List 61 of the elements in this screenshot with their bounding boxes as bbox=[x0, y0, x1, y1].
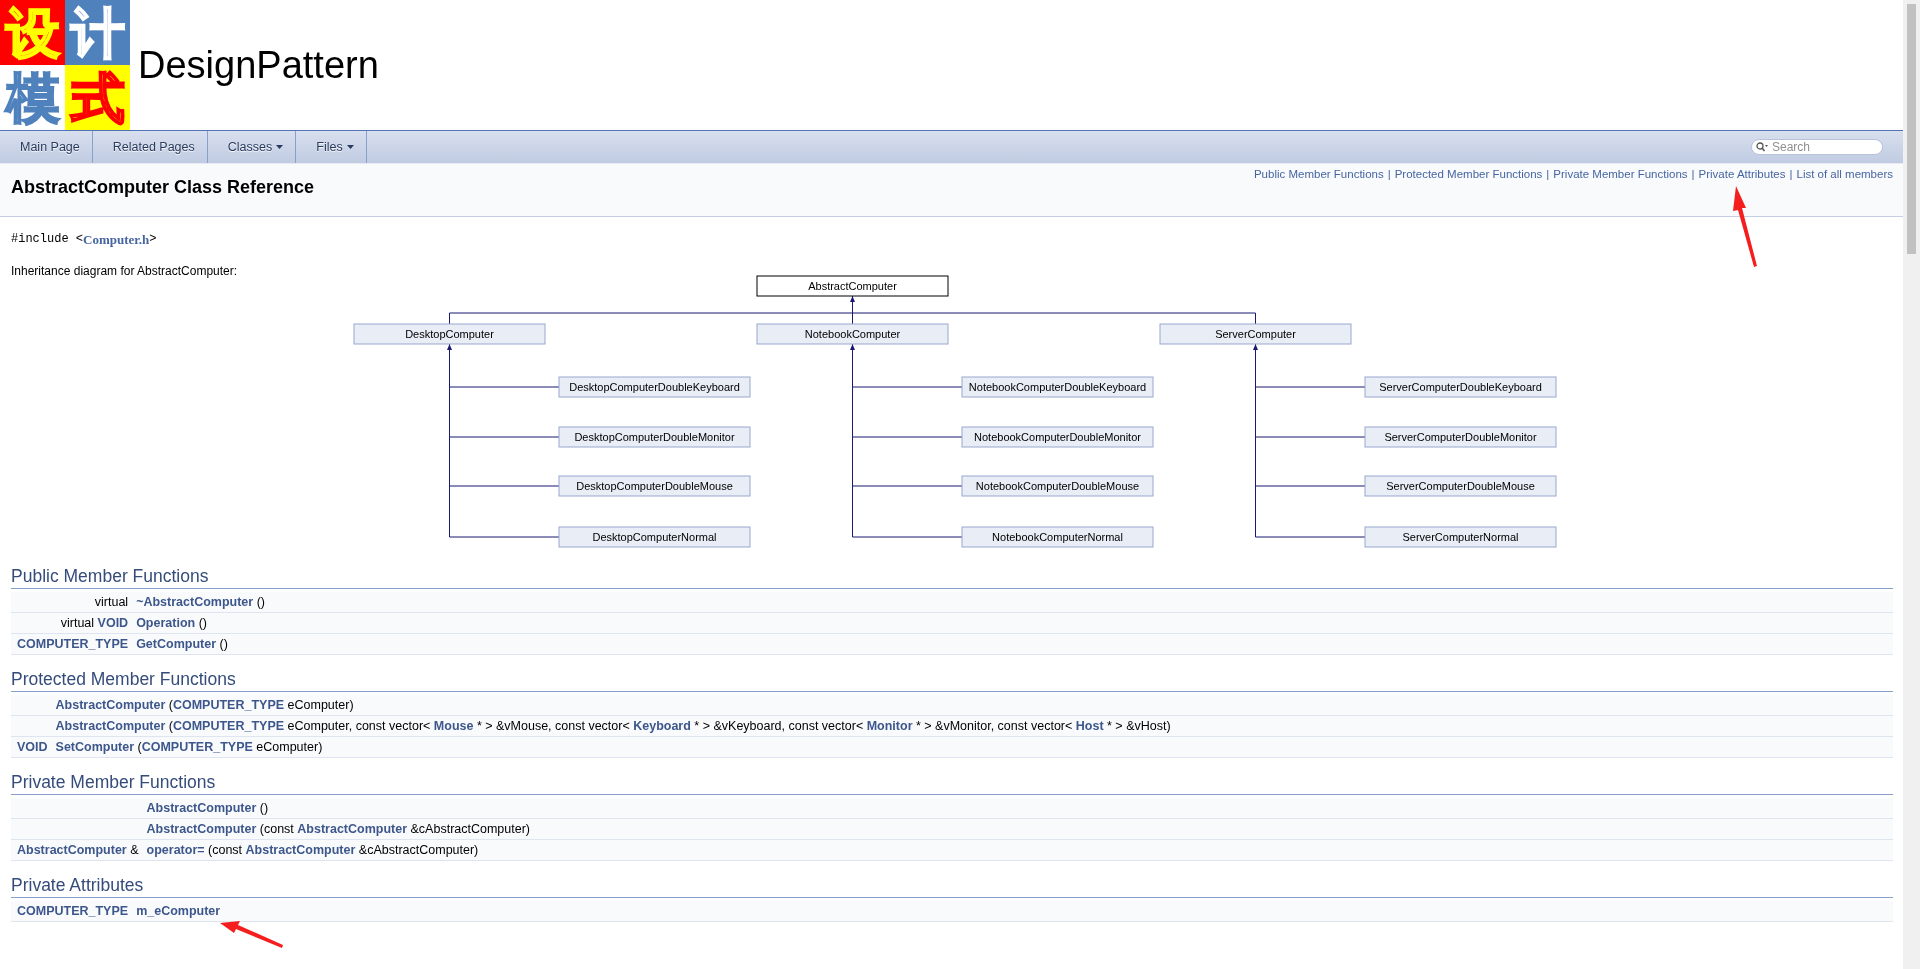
class-node[interactable]: AbstractComputer bbox=[756, 275, 949, 297]
section-link[interactable]: Protected Member Functions bbox=[1394, 168, 1543, 180]
class-node[interactable]: ServerComputerDoubleMonitor bbox=[1364, 426, 1557, 448]
member-signature: m_eComputer bbox=[136, 904, 221, 918]
nav-tab[interactable]: Main Page bbox=[0, 131, 93, 163]
member-signature: ~AbstractComputer () bbox=[136, 595, 265, 609]
section-heading: Protected Member Functions bbox=[11, 669, 1893, 692]
class-node[interactable]: DesktopComputer bbox=[353, 323, 546, 345]
member-type: COMPUTER_TYPE bbox=[17, 637, 129, 651]
search-field[interactable]: Search bbox=[1751, 139, 1883, 155]
member-signature: GetComputer () bbox=[136, 637, 228, 651]
logo-character: 式 bbox=[65, 65, 130, 130]
class-node[interactable]: ServerComputer bbox=[1159, 323, 1352, 345]
member-type: virtual bbox=[94, 595, 129, 609]
logo-character: 计 bbox=[65, 0, 130, 65]
class-node[interactable]: NotebookComputerDoubleMouse bbox=[961, 475, 1154, 497]
member-signature: AbstractComputer (const AbstractComputer &cAbstractComputer) bbox=[146, 822, 531, 836]
class-node[interactable]: ServerComputerDoubleMouse bbox=[1364, 475, 1557, 497]
page-title: AbstractComputer Class Reference bbox=[11, 177, 315, 198]
section-heading: Private Member Functions bbox=[11, 772, 1893, 795]
section-link[interactable]: Private Member Functions bbox=[1553, 168, 1688, 180]
class-node[interactable]: DesktopComputerDoubleKeyboard bbox=[558, 376, 751, 398]
separator-text: | bbox=[1546, 168, 1550, 180]
class-node[interactable]: ServerComputerNormal bbox=[1364, 526, 1557, 548]
class-node[interactable]: NotebookComputerNormal bbox=[961, 526, 1154, 548]
section-heading: Public Member Functions bbox=[11, 566, 1893, 589]
member-type: AbstractComputer & bbox=[17, 843, 139, 857]
member-signature: AbstractComputer (COMPUTER_TYPE eComputer) bbox=[55, 698, 354, 712]
class-node[interactable]: NotebookComputerDoubleMonitor bbox=[961, 426, 1154, 448]
section-link[interactable]: List of all members bbox=[1796, 168, 1893, 180]
class-node[interactable]: DesktopComputerDoubleMouse bbox=[558, 475, 751, 497]
member-type: VOID bbox=[17, 740, 48, 754]
project-name: DesignPattern bbox=[138, 43, 379, 87]
class-node[interactable]: DesktopComputerDoubleMonitor bbox=[558, 426, 751, 448]
section-heading: Private Attributes bbox=[11, 875, 1893, 898]
scrollbar[interactable] bbox=[1903, 0, 1920, 969]
member-signature: operator= (const AbstractComputer &cAbstractComputer) bbox=[146, 843, 479, 857]
include-text: #include < bbox=[11, 232, 83, 246]
annotation-arrow bbox=[220, 919, 284, 949]
class-node[interactable]: DesktopComputerNormal bbox=[558, 526, 751, 548]
nav-tab[interactable]: Related Pages bbox=[92, 131, 208, 163]
diagram-caption: Inheritance diagram for AbstractComputer: bbox=[11, 264, 239, 278]
class-node[interactable]: NotebookComputerDoubleKeyboard bbox=[961, 376, 1154, 398]
header-file-link[interactable]: Computer.h bbox=[83, 232, 150, 248]
member-type: COMPUTER_TYPE bbox=[17, 904, 129, 918]
member-signature: Operation () bbox=[136, 616, 207, 630]
section-link[interactable]: Private Attributes bbox=[1698, 168, 1786, 180]
separator-text: | bbox=[1387, 168, 1391, 180]
include-text: > bbox=[149, 232, 157, 246]
logo-character: 设 bbox=[0, 0, 65, 65]
separator-text: | bbox=[1691, 168, 1695, 180]
class-node[interactable]: NotebookComputer bbox=[756, 323, 949, 345]
nav-tab[interactable]: Classes bbox=[207, 131, 297, 163]
member-signature: SetComputer (COMPUTER_TYPE eComputer) bbox=[55, 740, 323, 754]
separator-text: | bbox=[1789, 168, 1793, 180]
member-type: virtual VOID bbox=[60, 616, 129, 630]
member-signature: AbstractComputer () bbox=[146, 801, 269, 815]
section-link[interactable]: Public Member Functions bbox=[1253, 168, 1384, 180]
nav-tab[interactable]: Files bbox=[296, 131, 367, 163]
class-node[interactable]: ServerComputerDoubleKeyboard bbox=[1364, 376, 1557, 398]
member-signature: AbstractComputer (COMPUTER_TYPE eComputer, const vector< Mouse* > &vMouse, const vector< Keyboard* > &vKeyboard, const vector< Monitor* > &vMonitor, const vector< Host* > &vHost) bbox=[55, 719, 1171, 733]
